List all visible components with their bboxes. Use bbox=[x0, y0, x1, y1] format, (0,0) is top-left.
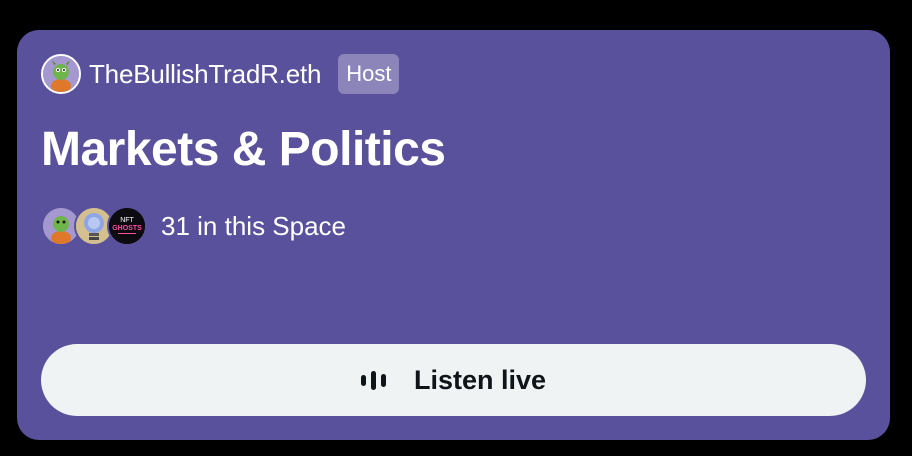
space-title: Markets & Politics bbox=[41, 123, 446, 176]
space-card[interactable]: TheBullishTradR.eth Host Markets & Polit… bbox=[17, 30, 890, 440]
listener-avatar: NFT GHOSTS bbox=[107, 206, 147, 246]
nft-ghosts-avatar-icon: NFT GHOSTS bbox=[109, 208, 145, 244]
host-badge: Host bbox=[338, 54, 400, 94]
host-avatar[interactable] bbox=[41, 54, 81, 94]
host-name[interactable]: TheBullishTradR.eth bbox=[89, 54, 321, 94]
listeners-row: NFT GHOSTS 31 in this Space bbox=[41, 206, 346, 246]
svg-text:GHOSTS: GHOSTS bbox=[112, 225, 142, 232]
dragon-avatar-icon bbox=[43, 56, 79, 92]
svg-text:NFT: NFT bbox=[120, 217, 134, 224]
listener-avatar-stack: NFT GHOSTS bbox=[41, 206, 147, 246]
host-row: TheBullishTradR.eth Host bbox=[41, 54, 400, 94]
listen-live-button[interactable]: Listen live bbox=[41, 344, 866, 416]
audio-bars-icon bbox=[360, 370, 386, 390]
listener-count: 31 in this Space bbox=[161, 211, 347, 241]
listen-live-label: Listen live bbox=[413, 365, 547, 395]
